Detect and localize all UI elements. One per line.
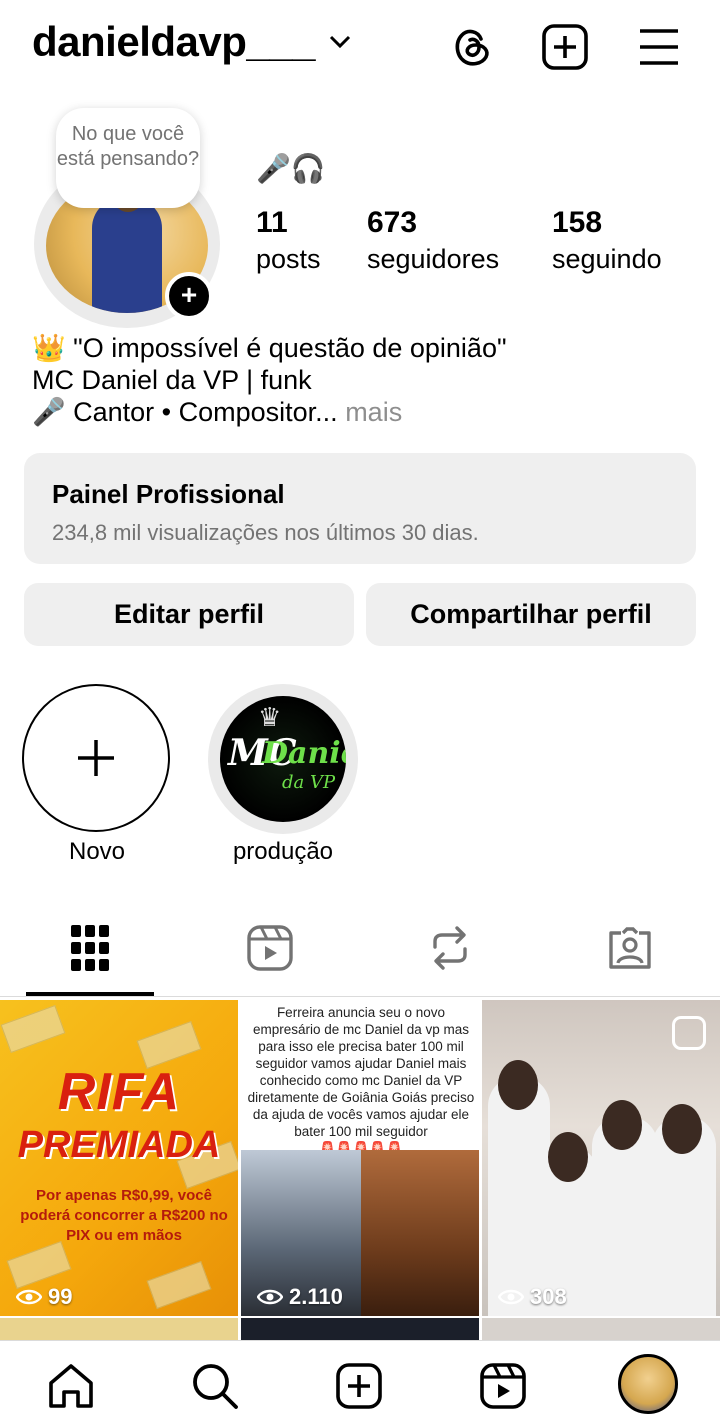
view-count-value: 2.110 <box>289 1284 343 1309</box>
logo-text: da VP <box>282 772 336 793</box>
threads-icon[interactable] <box>452 25 492 69</box>
professional-dashboard[interactable]: Painel Profissional 234,8 mil visualizaç… <box>24 453 696 564</box>
stat-following[interactable]: 158 seguindo <box>552 206 662 275</box>
username-switcher[interactable]: danieldavp___ <box>32 18 351 66</box>
bottom-navigation <box>0 1340 720 1424</box>
post-thumbnail[interactable]: Ferreira anuncia seu o novo empresário d… <box>241 1000 479 1316</box>
eye-icon <box>257 1289 283 1305</box>
crown-icon: ♛ <box>258 702 282 732</box>
post-thumbnail[interactable] <box>241 1318 479 1340</box>
nav-reels[interactable] <box>478 1361 528 1411</box>
grid-icon <box>71 925 109 971</box>
eye-icon <box>498 1289 524 1305</box>
panel-title: Painel Profissional <box>52 479 285 509</box>
highlight-producao[interactable]: ♛ MC Daniel da VP <box>220 696 346 822</box>
view-count-value: 308 <box>530 1284 567 1309</box>
bio-line: MC Daniel da VP | funk <box>32 365 312 395</box>
view-count-value: 99 <box>48 1284 73 1309</box>
plus-icon <box>78 740 114 776</box>
tab-reposts[interactable] <box>386 916 514 980</box>
nav-create[interactable] <box>334 1361 384 1411</box>
stat-label: seguindo <box>552 244 662 274</box>
stat-label: posts <box>256 244 321 274</box>
bio-line: 🎤 Cantor • Compositor... <box>32 397 338 427</box>
post-title: PREMIADA <box>17 1124 221 1166</box>
add-story-badge[interactable]: + <box>165 272 213 320</box>
tab-grid[interactable] <box>26 916 154 980</box>
username: danieldavp___ <box>32 18 315 65</box>
bio-more-link[interactable]: mais <box>338 397 402 427</box>
divider <box>0 996 720 997</box>
note-bubble[interactable]: No que você está pensando? <box>56 108 200 208</box>
post-text: Por apenas R$0,99, você poderá concorrer… <box>20 1187 228 1244</box>
bio: 👑 "O impossível é questão de opinião" MC… <box>32 332 507 428</box>
share-profile-button[interactable]: Compartilhar perfil <box>366 583 696 646</box>
post-thumbnail[interactable] <box>482 1318 720 1340</box>
create-post-icon[interactable] <box>542 24 588 70</box>
highlight-label: Novo <box>68 838 126 865</box>
post-caption-text: Ferreira anuncia seu o novo empresário d… <box>247 1005 475 1139</box>
stat-value: 158 <box>552 206 603 239</box>
reels-icon <box>247 925 293 971</box>
view-count: 99 <box>16 1284 72 1310</box>
reels-icon <box>480 1363 526 1409</box>
nav-search[interactable] <box>190 1361 240 1411</box>
stat-followers[interactable]: 673 seguidores <box>367 206 499 275</box>
emoji-line: 🎤🎧 <box>256 153 326 184</box>
nav-profile-avatar[interactable] <box>618 1354 678 1414</box>
note-text: No que você está pensando? <box>56 123 200 170</box>
post-title: RIFA <box>57 1063 181 1121</box>
tab-reels[interactable] <box>206 916 334 980</box>
search-icon <box>193 1364 238 1409</box>
view-count: 2.110 <box>257 1284 343 1310</box>
home-icon <box>49 1364 93 1408</box>
menu-icon[interactable] <box>638 27 680 67</box>
reel-icon <box>672 1016 706 1050</box>
create-icon <box>336 1363 382 1409</box>
eye-icon <box>16 1289 42 1305</box>
view-count: 308 <box>498 1284 567 1310</box>
stat-posts[interactable]: 11 posts <box>256 206 321 275</box>
post-thumbnail[interactable] <box>0 1318 238 1340</box>
stat-value: 11 <box>256 206 288 239</box>
post-caption: Ferreira anuncia seu o novo empresário d… <box>247 1004 475 1157</box>
tagged-icon <box>609 927 651 969</box>
post-thumbnail[interactable]: 308 <box>482 1000 720 1316</box>
profile-tabs <box>0 916 720 996</box>
tab-tagged[interactable] <box>566 916 694 980</box>
edit-profile-button[interactable]: Editar perfil <box>24 583 354 646</box>
repost-icon <box>433 926 467 970</box>
post-thumbnail[interactable]: RIFA PREMIADA Por apenas R$0,99, você po… <box>0 1000 238 1316</box>
bio-line: 👑 "O impossível é questão de opinião" <box>32 333 507 363</box>
nav-home[interactable] <box>46 1361 96 1411</box>
chevron-down-icon <box>329 35 351 49</box>
stat-label: seguidores <box>367 244 500 274</box>
highlight-label: produção <box>232 838 334 865</box>
post-image <box>361 1150 479 1316</box>
new-highlight-button[interactable] <box>22 684 170 832</box>
stat-value: 673 <box>367 206 418 239</box>
logo-text: Daniel <box>262 736 346 771</box>
panel-subtitle: 234,8 mil visualizações nos últimos 30 d… <box>52 520 479 545</box>
